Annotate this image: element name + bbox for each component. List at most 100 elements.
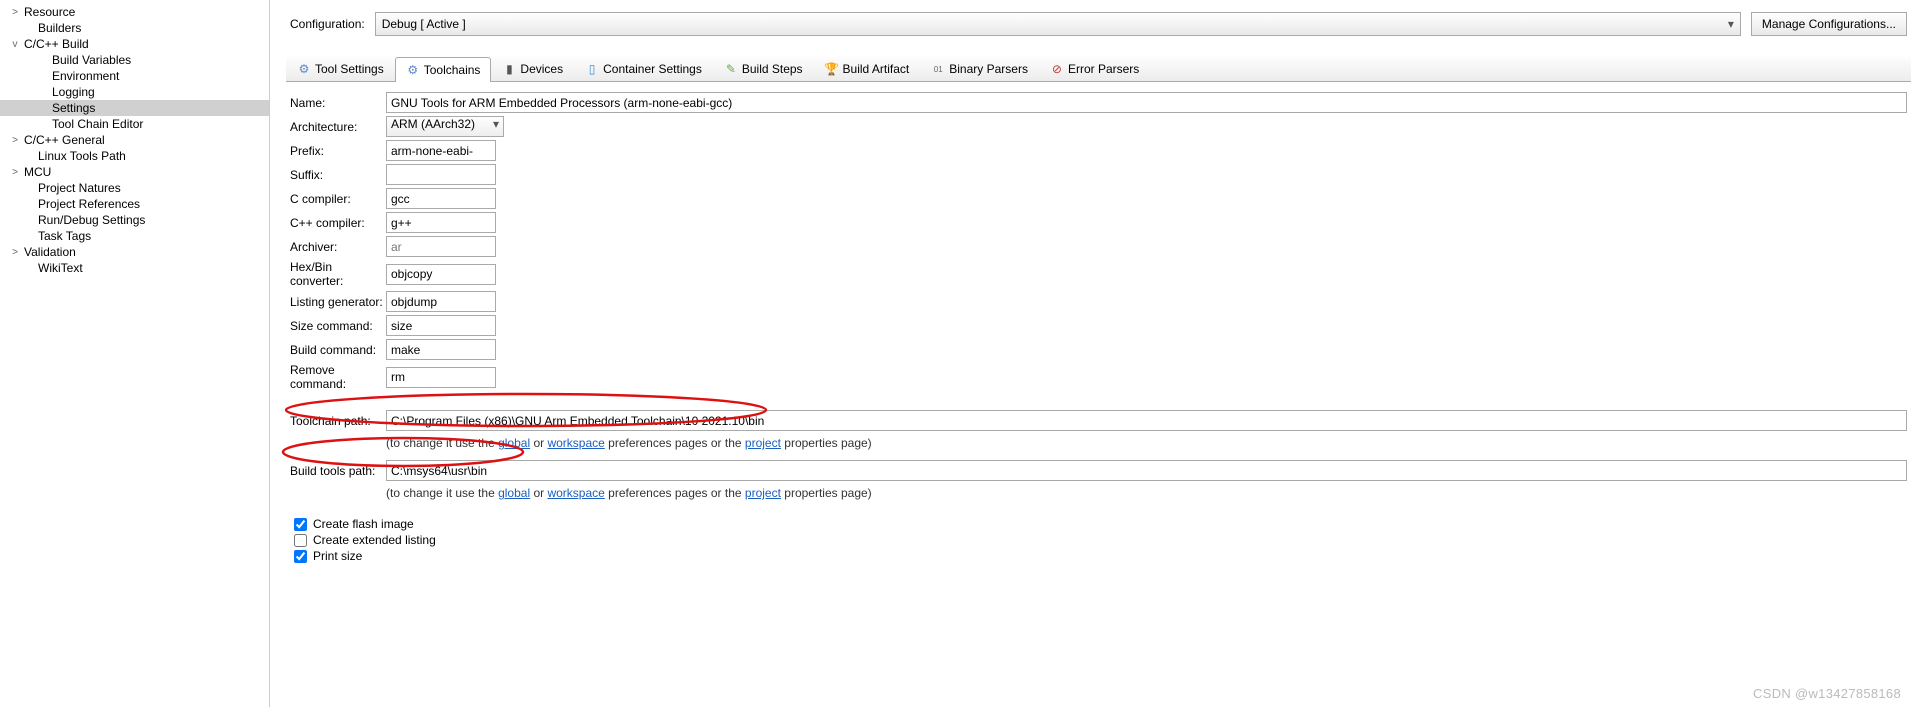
hexbin-label: Hex/Bin converter: <box>290 260 386 288</box>
tree-label: Resource <box>24 5 75 19</box>
tree-toggle-icon: > <box>8 247 22 258</box>
tab-bar: ⚙ Tool Settings ⚙ Toolchains ▮ Devices ▯ Contai… <box>286 56 1911 82</box>
tree-label: C/C++ General <box>24 133 105 147</box>
tree-item-build-variables[interactable]: Build Variables <box>0 52 269 68</box>
tab-label: Devices <box>520 62 563 76</box>
tab-icon: ▮ <box>502 62 516 76</box>
tab-icon: ⊘ <box>1050 62 1064 76</box>
tab-error-parsers[interactable]: ⊘ Error Parsers <box>1039 56 1150 81</box>
architecture-select[interactable]: ARM (AArch32) <box>386 116 504 137</box>
tree-label: Validation <box>24 245 76 259</box>
toolchain-form: Name: Architecture:ARM (AArch32) Prefix:… <box>286 82 1911 580</box>
suffix-label: Suffix: <box>290 168 386 182</box>
tree-item-environment[interactable]: Environment <box>0 68 269 84</box>
tree-label: Build Variables <box>52 53 131 67</box>
tree-item-c-c-general[interactable]: >C/C++ General <box>0 132 269 148</box>
tree-item-c-c-build[interactable]: vC/C++ Build <box>0 36 269 52</box>
tree-item-logging[interactable]: Logging <box>0 84 269 100</box>
tree-item-project-natures[interactable]: Project Natures <box>0 180 269 196</box>
hexbin-input[interactable] <box>386 264 496 285</box>
tree-item-resource[interactable]: >Resource <box>0 4 269 20</box>
tab-label: Tool Settings <box>315 62 384 76</box>
size-cmd-label: Size command: <box>290 319 386 333</box>
flash-checkbox[interactable] <box>294 518 307 531</box>
tree-label: Settings <box>52 101 95 115</box>
manage-config-button[interactable]: Manage Configurations... <box>1751 12 1907 36</box>
tab-icon: ✎ <box>724 62 738 76</box>
build-tools-path-hint: (to change it use the global or workspac… <box>386 484 1907 510</box>
tree-item-mcu[interactable]: >MCU <box>0 164 269 180</box>
tree-toggle-icon: > <box>8 135 22 146</box>
workspace-link[interactable]: workspace <box>547 436 604 450</box>
tab-label: Toolchains <box>424 63 481 77</box>
tab-label: Container Settings <box>603 62 702 76</box>
build-cmd-input[interactable] <box>386 339 496 360</box>
extended-listing-checkbox[interactable] <box>294 534 307 547</box>
project-link[interactable]: project <box>745 436 781 450</box>
project-link-2[interactable]: project <box>745 486 781 500</box>
print-size-checkbox[interactable] <box>294 550 307 563</box>
listing-label: Listing generator: <box>290 295 386 309</box>
c-compiler-input[interactable] <box>386 188 496 209</box>
tree-item-run-debug-settings[interactable]: Run/Debug Settings <box>0 212 269 228</box>
prefix-label: Prefix: <box>290 144 386 158</box>
tab-label: Build Artifact <box>843 62 910 76</box>
tab-label: Error Parsers <box>1068 62 1139 76</box>
config-label: Configuration: <box>290 17 365 31</box>
tree-toggle-icon: > <box>8 167 22 178</box>
remove-cmd-input[interactable] <box>386 367 496 388</box>
tree-label: MCU <box>24 165 51 179</box>
listing-input[interactable] <box>386 291 496 312</box>
tree-item-tool-chain-editor[interactable]: Tool Chain Editor <box>0 116 269 132</box>
tab-tool-settings[interactable]: ⚙ Tool Settings <box>286 56 395 81</box>
tree-label: Project Natures <box>38 181 121 195</box>
global-link[interactable]: global <box>498 436 530 450</box>
tab-build-steps[interactable]: ✎ Build Steps <box>713 56 814 81</box>
main-panel: Configuration: Debug [ Active ] Manage C… <box>270 0 1919 707</box>
tree-label: Task Tags <box>38 229 91 243</box>
cpp-compiler-label: C++ compiler: <box>290 216 386 230</box>
tab-icon: ⚙ <box>297 62 311 76</box>
tab-icon: 🏆 <box>825 62 839 76</box>
tree-item-builders[interactable]: Builders <box>0 20 269 36</box>
tab-binary-parsers[interactable]: 01Binary Parsers <box>920 56 1039 81</box>
tree-label: Run/Debug Settings <box>38 213 145 227</box>
tree-label: Environment <box>52 69 119 83</box>
tree-label: Logging <box>52 85 95 99</box>
tab-devices[interactable]: ▮ Devices <box>491 56 574 81</box>
c-compiler-label: C compiler: <box>290 192 386 206</box>
build-tools-path-label: Build tools path: <box>290 464 386 478</box>
archiver-label: Archiver: <box>290 240 386 254</box>
toolchain-path-input[interactable] <box>386 410 1907 431</box>
tree-item-linux-tools-path[interactable]: Linux Tools Path <box>0 148 269 164</box>
flash-checkbox-label: Create flash image <box>313 517 414 531</box>
prefix-input[interactable] <box>386 140 496 161</box>
build-tools-path-input[interactable] <box>386 460 1907 481</box>
tab-icon: ▯ <box>585 62 599 76</box>
size-cmd-input[interactable] <box>386 315 496 336</box>
archiver-input <box>386 236 496 257</box>
tree-label: Builders <box>38 21 81 35</box>
name-input[interactable] <box>386 92 1907 113</box>
tree-toggle-icon: v <box>8 39 22 50</box>
tree-item-wikitext[interactable]: WikiText <box>0 260 269 276</box>
global-link-2[interactable]: global <box>498 486 530 500</box>
extended-listing-checkbox-label: Create extended listing <box>313 533 436 547</box>
tab-container-settings[interactable]: ▯ Container Settings <box>574 56 713 81</box>
architecture-label: Architecture: <box>290 120 386 134</box>
tab-build-artifact[interactable]: 🏆 Build Artifact <box>814 56 921 81</box>
tree-item-validation[interactable]: >Validation <box>0 244 269 260</box>
tree-item-task-tags[interactable]: Task Tags <box>0 228 269 244</box>
tree-toggle-icon: > <box>8 7 22 18</box>
tab-toolchains[interactable]: ⚙ Toolchains <box>395 57 492 82</box>
tab-label: Build Steps <box>742 62 803 76</box>
suffix-input[interactable] <box>386 164 496 185</box>
tree-item-settings[interactable]: Settings <box>0 100 269 116</box>
workspace-link-2[interactable]: workspace <box>547 486 604 500</box>
config-bar: Configuration: Debug [ Active ] Manage C… <box>286 4 1911 56</box>
tree-label: WikiText <box>38 261 83 275</box>
tree-item-project-references[interactable]: Project References <box>0 196 269 212</box>
tab-icon: ⚙ <box>406 63 420 77</box>
cpp-compiler-input[interactable] <box>386 212 496 233</box>
config-select[interactable]: Debug [ Active ] <box>375 12 1741 36</box>
